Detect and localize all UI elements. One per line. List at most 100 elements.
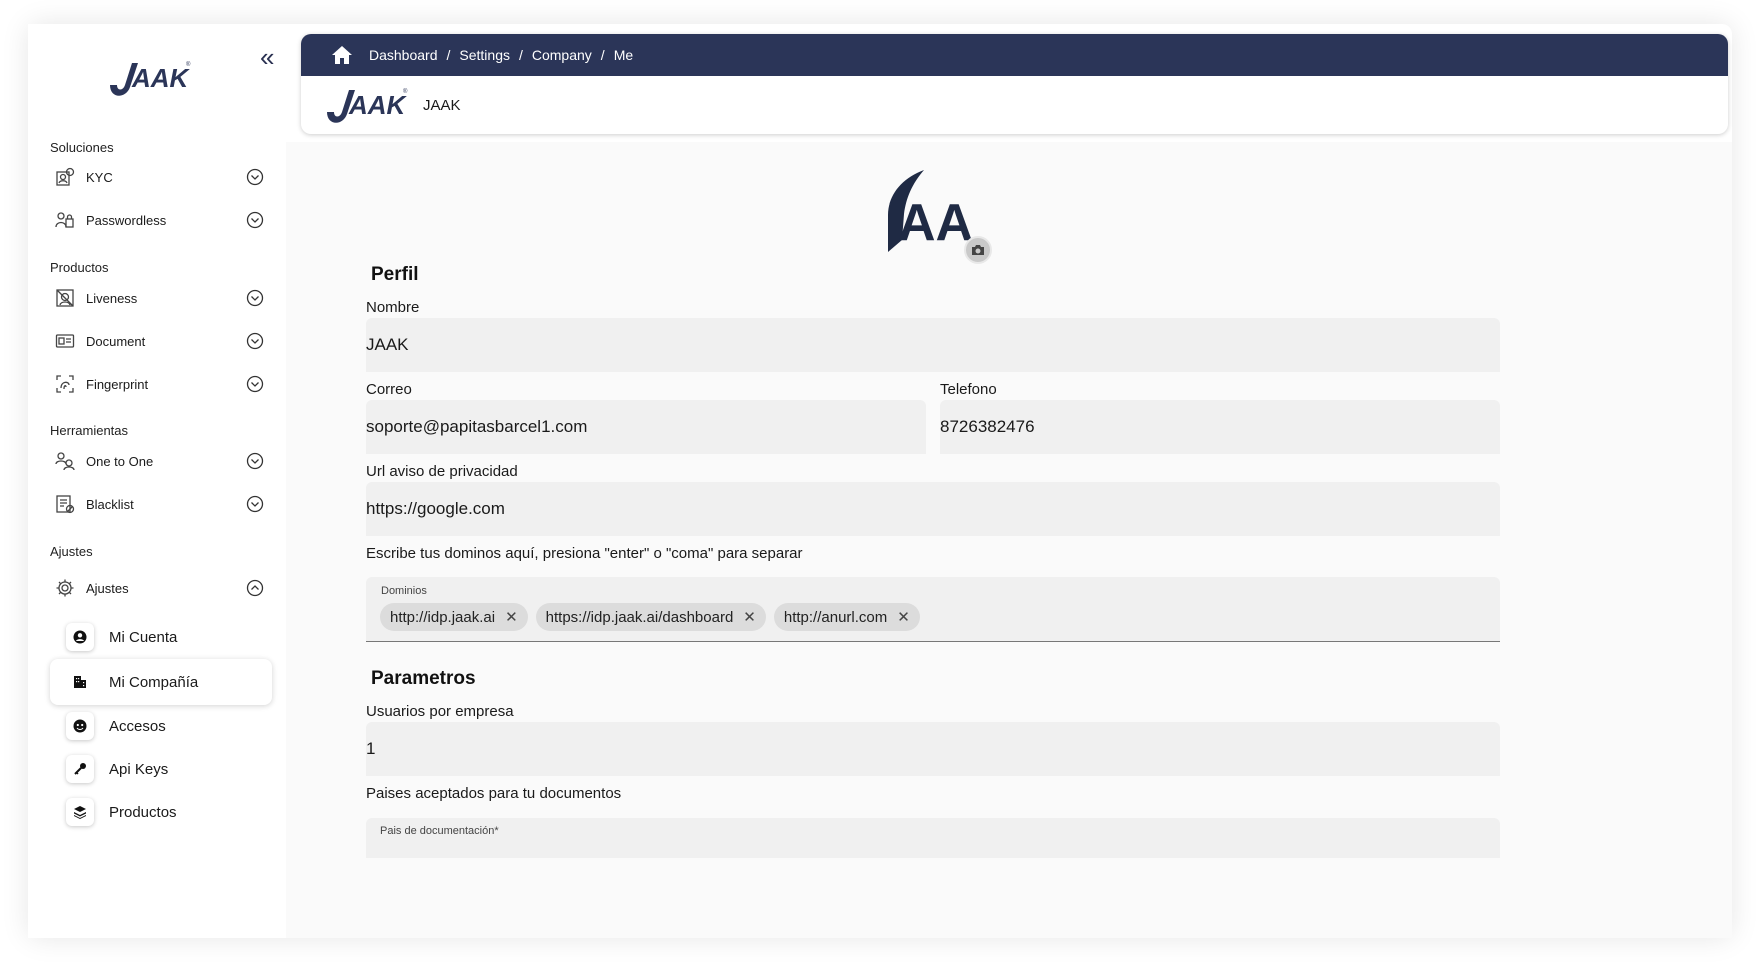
company-name: JAAK [423,96,461,114]
gear-icon [54,577,76,599]
domain-chip-label: http://anurl.com [783,608,888,626]
dominios-input[interactable]: Dominios http://idp.jaak.ai ✕ https://id… [366,577,1500,642]
sidebar-item-passwordless[interactable]: Passwordless [50,202,264,238]
face-icon [66,712,94,740]
breadcrumb: Dashboard / Settings / Company / Me [301,34,1728,76]
close-icon[interactable]: ✕ [743,608,756,626]
domain-chip: http://anurl.com ✕ [773,603,920,631]
home-icon[interactable] [331,45,353,65]
breadcrumb-company[interactable]: Company [532,47,592,63]
nombre-field[interactable]: JAAK [366,318,1500,372]
section-herramientas: Herramientas [50,423,129,438]
header-card: Dashboard / Settings / Company / Me AAK … [301,34,1728,134]
kyc-icon [54,166,76,188]
chevron-down-icon[interactable] [246,168,264,186]
paises-label: Paises aceptados para tu documentos [366,785,622,802]
correo-field[interactable]: soporte@papitasbarcel1.com [366,400,926,454]
correo-label: Correo [366,381,412,398]
sidebar-subitem-label: Mi Compañía [109,673,199,691]
company-logo: AAK ® [327,88,408,123]
chevron-down-icon[interactable] [246,452,264,470]
dominios-caption: Dominios [381,585,427,597]
nombre-label: Nombre [366,299,420,316]
camera-icon[interactable] [964,236,992,264]
close-icon[interactable]: ✕ [897,608,910,626]
svg-text:AAK: AAK [131,63,191,93]
sidebar-item-label: Fingerprint [86,376,149,392]
sidebar-subitem-accesos[interactable]: Accesos [50,703,272,749]
sidebar-item-label: Ajustes [86,580,129,596]
sidebar-item-one-to-one[interactable]: One to One [50,443,264,479]
pais-caption: Pais de documentación* [380,825,499,837]
section-productos: Productos [50,260,109,275]
breadcrumb-settings[interactable]: Settings [459,47,510,63]
chevron-down-icon[interactable] [246,495,264,513]
section-ajustes: Ajustes [50,544,93,559]
passwordless-icon [54,209,76,231]
chevron-down-icon[interactable] [246,289,264,307]
breadcrumb-separator: / [446,47,451,63]
domain-chip: https://idp.jaak.ai/dashboard ✕ [535,603,766,631]
domain-chip: http://idp.jaak.ai ✕ [380,603,528,631]
sidebar-item-kyc[interactable]: KYC [50,159,264,195]
section-soluciones: Soluciones [50,140,114,155]
dominios-hint: Escribe tus dominos aquí, presiona "ente… [366,545,803,562]
sidebar-item-ajustes[interactable]: Ajustes [50,570,264,606]
sidebar-item-label: Blacklist [86,496,134,512]
dominios-chip-list: http://idp.jaak.ai ✕ https://idp.jaak.ai… [380,603,928,631]
sidebar-subitem-label: Mi Cuenta [109,628,178,646]
avatar-text: AA [898,194,973,252]
svg-text:AAK: AAK [348,90,408,120]
domain-chip-label: https://idp.jaak.ai/dashboard [545,608,734,626]
sidebar-subitem-mi-cuenta[interactable]: Mi Cuenta [50,614,272,660]
sidebar-subitem-mi-compania[interactable]: Mi Compañía [50,659,272,705]
sidebar-item-label: Document [86,333,146,349]
key-icon [66,755,94,783]
breadcrumb-dashboard[interactable]: Dashboard [369,47,438,63]
sidebar-item-label: KYC [86,169,113,185]
sidebar-subitem-productos[interactable]: Productos [50,789,272,835]
usuarios-field[interactable]: 1 [366,722,1500,776]
svg-text:®: ® [403,88,408,95]
sidebar-item-document[interactable]: Document [50,323,264,359]
svg-text:®: ® [186,61,191,68]
close-icon[interactable]: ✕ [505,608,518,626]
chevron-up-icon[interactable] [246,579,264,597]
domain-chip-label: http://idp.jaak.ai [390,608,496,626]
url-privacidad-label: Url aviso de privacidad [366,463,518,480]
liveness-icon [54,287,76,309]
pais-documentacion-select[interactable]: Pais de documentación* [366,818,1500,858]
chevron-down-icon[interactable] [246,375,264,393]
sidebar-subitem-label: Api Keys [109,760,169,778]
sidebar-item-blacklist[interactable]: Blacklist [50,486,264,522]
sidebar-item-label: Passwordless [86,212,167,228]
company-brand-row: AAK ® JAAK [301,76,1728,134]
sidebar-item-liveness[interactable]: Liveness [50,280,264,316]
document-icon [54,330,76,352]
chevron-down-icon[interactable] [246,211,264,229]
one-to-one-icon [54,450,76,472]
sidebar: « AAK ® Soluciones KYC Passwordless Prod… [28,24,286,938]
usuarios-label: Usuarios por empresa [366,703,514,720]
breadcrumb-separator: / [600,47,605,63]
main-content: AA Perfil Nombre JAAK Correo soporte@pap… [286,142,1732,938]
parametros-title: Parametros [371,668,476,689]
fingerprint-icon [54,373,76,395]
sidebar-item-fingerprint[interactable]: Fingerprint [50,366,264,402]
sidebar-subitem-label: Accesos [109,717,166,735]
collapse-sidebar-icon[interactable]: « [260,44,274,70]
sidebar-subitem-api-keys[interactable]: Api Keys [50,746,272,792]
sidebar-item-label: One to One [86,453,154,469]
blacklist-icon [54,493,76,515]
chevron-down-icon[interactable] [246,332,264,350]
breadcrumb-separator: / [518,47,523,63]
account-circle-icon [66,623,94,651]
telefono-label: Telefono [940,381,997,398]
jaak-logo: AAK ® [108,57,192,104]
breadcrumb-me[interactable]: Me [614,47,633,63]
layers-icon [66,798,94,826]
perfil-title: Perfil [371,264,419,285]
telefono-field[interactable]: 8726382476 [940,400,1500,454]
url-privacidad-field[interactable]: https://google.com [366,482,1500,536]
sidebar-subitem-label: Productos [109,803,177,821]
